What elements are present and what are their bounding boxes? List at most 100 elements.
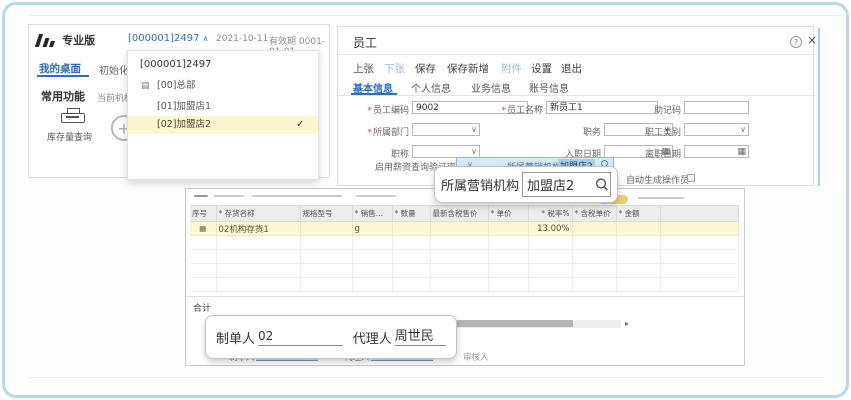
auto-operator-checkbox[interactable] bbox=[687, 174, 695, 182]
required-mark: * bbox=[367, 106, 372, 116]
section-current-org: 当前机构 bbox=[97, 91, 127, 104]
toolbar-next-button[interactable]: 下张 bbox=[384, 61, 405, 76]
right-accent-line bbox=[818, 28, 820, 186]
tab-business-info[interactable]: 业务信息 bbox=[471, 80, 511, 95]
emp-category-select[interactable]: ∨ bbox=[684, 123, 749, 136]
position-label: 职务 bbox=[541, 125, 601, 138]
popup-marketing-org-input[interactable]: 加盟店2 bbox=[522, 172, 611, 197]
item-row-1[interactable]: ▦ 02机构存货1 g 13.00% bbox=[190, 222, 738, 236]
leave-date-label: 离职日期 bbox=[621, 147, 681, 160]
maker-popup: 制单人 02 代理人 周世民 bbox=[205, 315, 457, 359]
cell-unit-price[interactable] bbox=[488, 222, 528, 236]
item-row-empty[interactable] bbox=[190, 250, 738, 264]
item-row-empty[interactable] bbox=[190, 236, 738, 250]
tab-my-desktop[interactable]: 我的桌面 bbox=[39, 61, 81, 76]
popup-maker-label: 制单人 bbox=[216, 328, 255, 347]
col-spec[interactable]: 规格型号 bbox=[300, 206, 352, 222]
tab-initialize[interactable]: 初始化 bbox=[99, 62, 127, 77]
toolbar-prev-button[interactable]: 上张 bbox=[353, 61, 374, 76]
org-switcher-label: [000001]2497 bbox=[128, 33, 199, 44]
chevron-down-icon: ∨ bbox=[740, 124, 746, 136]
tab-account-info[interactable]: 账号信息 bbox=[529, 80, 569, 95]
clipped-toolbar-artifact bbox=[356, 195, 396, 197]
popup-maker-value[interactable]: 02 bbox=[258, 328, 343, 346]
chevron-up-icon: ∧ bbox=[203, 34, 209, 43]
org-dropdown-header: [000001]2497 bbox=[140, 59, 211, 70]
mnemonic-input[interactable] bbox=[684, 101, 749, 114]
cell-sales[interactable]: g bbox=[352, 222, 392, 236]
brand-logo-icon: 专业版 bbox=[37, 32, 95, 51]
help-icon[interactable]: ? bbox=[790, 36, 802, 48]
clipped-toolbar-artifact bbox=[194, 195, 208, 197]
check-icon: ✓ bbox=[296, 116, 304, 134]
required-mark: * bbox=[501, 106, 506, 116]
popup-agent-value[interactable]: 周世民 bbox=[395, 328, 446, 346]
close-icon[interactable]: × bbox=[807, 33, 817, 47]
toolbar-save-new-button[interactable]: 保存新增 bbox=[447, 61, 489, 76]
scroll-right-arrow[interactable]: ▸ bbox=[625, 319, 629, 328]
system-date: 2021-10-11 bbox=[216, 34, 268, 44]
item-row-empty[interactable] bbox=[190, 264, 738, 278]
org-item-store2-label: [02]加盟店2 bbox=[157, 116, 211, 134]
tab-my-desktop-underline bbox=[37, 75, 89, 77]
top-divider bbox=[30, 15, 842, 16]
cell-qty[interactable] bbox=[392, 222, 430, 236]
org-item-store1[interactable]: [01]加盟店1 bbox=[128, 98, 318, 116]
col-latest-price[interactable]: 最新含税售价 bbox=[430, 206, 488, 222]
org-switcher[interactable]: [000001]2497 ∧ bbox=[128, 33, 208, 44]
search-icon[interactable] bbox=[594, 177, 610, 193]
clipped-toolbar-artifact bbox=[638, 197, 684, 199]
inventory-query-icon bbox=[61, 113, 85, 123]
auto-operator-label: 自动生成操作员 bbox=[626, 173, 689, 186]
org-dropdown-panel: [000001]2497 ▤ [00]总部 [01]加盟店1 [02]加盟店2 … bbox=[127, 50, 319, 180]
cell-amount[interactable] bbox=[616, 222, 660, 236]
col-unit-price[interactable]: * 单价 bbox=[488, 206, 528, 222]
emp-name-label: *员工名称 bbox=[471, 103, 543, 116]
title-separator bbox=[338, 54, 815, 55]
job-title-label: 职称 bbox=[341, 147, 409, 160]
clipped-toolbar-artifact bbox=[214, 195, 244, 197]
col-seq[interactable]: 序号 bbox=[190, 206, 216, 222]
col-sales[interactable]: * 销售… bbox=[352, 206, 392, 222]
required-mark: * bbox=[367, 128, 372, 138]
col-item-name[interactable]: * 存货名称 bbox=[216, 206, 300, 222]
clipped-toolbar-artifact bbox=[252, 195, 342, 197]
toolbar-exit-button[interactable]: 退出 bbox=[561, 61, 582, 76]
cell-spec[interactable] bbox=[300, 222, 352, 236]
toolbar-settings-button[interactable]: 设置 bbox=[531, 61, 552, 76]
department-select[interactable]: ∨ bbox=[412, 123, 480, 136]
calendar-icon: ▦ bbox=[737, 147, 746, 157]
brand-logo-text: 专业版 bbox=[62, 34, 95, 47]
items-table: 序号 * 存货名称 规格型号 * 销售… * 数量 最新含税售价 * 单价 * … bbox=[190, 205, 739, 292]
col-tax-price[interactable]: * 含税单价 bbox=[572, 206, 616, 222]
col-amount[interactable]: * 金额 bbox=[616, 206, 660, 222]
org-item-store2[interactable]: [02]加盟店2 ✓ bbox=[128, 116, 318, 134]
leave-date-input[interactable]: ▦ bbox=[684, 145, 749, 158]
popup-marketing-org-value: 加盟店2 bbox=[527, 175, 574, 194]
toolbar-attachment-button[interactable]: 附件 bbox=[501, 61, 522, 76]
col-tax-rate[interactable]: * 税率% bbox=[528, 206, 572, 222]
shortcut-inventory-query[interactable]: 库存量查询 bbox=[47, 130, 92, 143]
popup-marketing-org-label: 所属营销机构 bbox=[441, 175, 519, 194]
bottom-divider bbox=[28, 377, 823, 378]
col-qty[interactable]: * 数量 bbox=[392, 206, 430, 222]
toolbar-save-button[interactable]: 保存 bbox=[415, 61, 436, 76]
employee-window-title: 员工 bbox=[353, 34, 377, 51]
section-common-functions: 常用功能 bbox=[41, 88, 85, 104]
item-row-empty[interactable] bbox=[190, 278, 738, 292]
cell-latest-price[interactable] bbox=[430, 222, 488, 236]
cell-tax-price[interactable] bbox=[572, 222, 616, 236]
org-item-headquarters-label: [00]总部 bbox=[157, 77, 196, 95]
chevron-down-icon: ∨ bbox=[471, 124, 477, 136]
cell-item-name[interactable]: 02机构存货1 bbox=[216, 222, 300, 236]
validity-label: 有效期 bbox=[269, 37, 296, 47]
org-item-headquarters[interactable]: ▤ [00]总部 bbox=[128, 77, 318, 95]
popup-agent-label: 代理人 bbox=[353, 328, 392, 347]
tab-personal-info[interactable]: 个人信息 bbox=[411, 80, 451, 95]
employee-window: 员工 ? × 上张 下张 保存 保存新增 附件 设置 退出 基本信息 个人信息 … bbox=[337, 26, 814, 186]
auditor-label: 审核人 bbox=[463, 351, 489, 363]
cell-tax-rate[interactable]: 13.00% bbox=[528, 222, 572, 236]
emp-code-label: *员工编码 bbox=[341, 103, 409, 116]
department-label: *所属部门 bbox=[341, 125, 409, 138]
tabs-separator bbox=[338, 95, 815, 96]
